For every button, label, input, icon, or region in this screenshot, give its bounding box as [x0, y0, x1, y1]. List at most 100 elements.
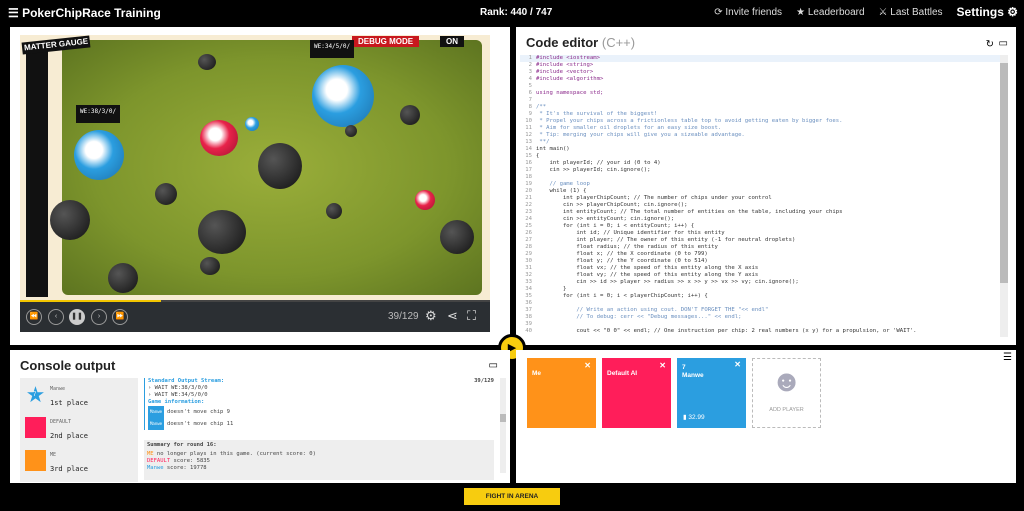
summary-text: no longer plays in this game. (current s…: [153, 451, 316, 457]
code-line: 9 * It's the survival of the biggest!: [520, 111, 1008, 118]
line-number: 3: [528, 69, 532, 75]
maximize-icon[interactable]: ▭: [489, 360, 498, 371]
editor-scrollbar[interactable]: [1000, 55, 1008, 337]
line-number: 22: [525, 202, 532, 208]
frame-counter: 39/129: [388, 311, 419, 322]
line-number: 35: [525, 293, 532, 299]
game-canvas[interactable]: MATTER GAUGE DEBUG MODE ON WE:38/3/0/ WE…: [20, 35, 490, 300]
code-line: 23 int entityCount; // The total number …: [520, 209, 1008, 216]
code-text: cin >> id >> player >> radius >> x >> y …: [536, 279, 799, 285]
code-line: 1 #include <iostream>: [520, 55, 1008, 62]
hamburger-icon[interactable]: ☰: [8, 6, 22, 20]
code-text: * Propel your chips across a frictionles…: [536, 118, 843, 124]
settings-link[interactable]: Settings ⚙: [957, 5, 1018, 19]
pause-button[interactable]: ❚❚: [69, 309, 85, 325]
code-text: float radius; // the radius of this enti…: [536, 244, 718, 250]
previous-frame-button[interactable]: ‹: [48, 309, 64, 325]
line-number: 20: [525, 188, 532, 194]
code-text: while (1) {: [536, 188, 587, 194]
code-line: 30 float y; // the Y coordinate (0 to 51…: [520, 258, 1008, 265]
line-number: 4: [528, 76, 532, 82]
leaderboard-link[interactable]: ★ Leaderboard: [796, 7, 864, 18]
next-frame-button[interactable]: ›: [91, 309, 107, 325]
summary-text: score: 19778: [163, 465, 207, 471]
player-chip: [312, 65, 374, 127]
menu-icon[interactable]: ☰: [1003, 352, 1012, 363]
game-info-line: Manwe doesn't move chip 11: [148, 418, 496, 430]
line-number: 24: [525, 216, 532, 222]
droplet: [198, 54, 216, 70]
remove-player-icon[interactable]: ✕: [659, 361, 666, 370]
scrollbar-thumb[interactable]: [1000, 63, 1008, 283]
line-number: 32: [525, 272, 532, 278]
share-icon[interactable]: ⋖: [447, 308, 458, 324]
code-line: 13 **/: [520, 139, 1008, 146]
line-number: 29: [525, 251, 532, 257]
code-editor[interactable]: 1 #include <iostream> 2 #include <string> 3 #…: [520, 55, 1008, 341]
code-line: 5: [520, 83, 1008, 90]
code-line: 12 * Tip: merging your chips will give y…: [520, 132, 1008, 139]
remove-player-icon[interactable]: ✕: [584, 361, 591, 370]
last-battles-link[interactable]: ⚔ Last Battles: [879, 7, 943, 18]
code-line: 3 #include <vector>: [520, 69, 1008, 76]
add-player-button[interactable]: ☻ ADD PLAYER: [752, 358, 821, 428]
code-line: 25 for (int i = 0; i < entityCount; i++)…: [520, 223, 1008, 230]
round-summary: Summary for round 16: ME no longer plays…: [144, 440, 494, 480]
first-frame-button[interactable]: ⏪: [26, 309, 42, 325]
top-bar: ☰ PokerChipRace Training Rank: 440 / 747…: [0, 0, 1024, 26]
reset-icon[interactable]: ↻: [986, 39, 994, 50]
fullscreen-icon[interactable]: ⛶: [467, 308, 476, 324]
player-card-name: Default AI: [607, 370, 638, 377]
code-text: #include <iostream>: [536, 55, 600, 61]
fight-in-arena-button[interactable]: FIGHT IN ARENA: [464, 488, 560, 505]
code-text: cout << "0 0" << endl; // One instructio…: [536, 328, 917, 334]
player-chip: [245, 117, 259, 131]
line-number: 16: [525, 160, 532, 166]
player-color-swatch: [25, 450, 46, 471]
debug-mode-label: DEBUG MODE: [352, 36, 420, 47]
brand[interactable]: ☰ PokerChipRace Training: [8, 6, 161, 20]
code-line: 27 int player; // The owner of this enti…: [520, 237, 1008, 244]
avatar-silhouette-icon: ☻: [770, 365, 803, 398]
code-line: 38 // To debug: cerr << "Debug messages.…: [520, 314, 1008, 321]
rank-label: Rank: 440 / 747: [480, 7, 553, 18]
maximize-icon[interactable]: ▭: [999, 38, 1008, 49]
code-line: 36: [520, 300, 1008, 307]
droplet: [440, 220, 474, 254]
player-card-score: ▮ 32.99: [683, 414, 705, 422]
player-card-rank: 7: [682, 364, 686, 371]
player-card-me[interactable]: ✕ Me: [527, 358, 596, 428]
droplet: [155, 183, 177, 205]
player-place: 3rd place: [50, 465, 88, 473]
console-scrollbar[interactable]: [500, 378, 506, 473]
code-line: 8 /**: [520, 104, 1008, 111]
line-number: 37: [525, 307, 532, 313]
game-info-line: Manwe doesn't move chip 9: [148, 406, 496, 418]
line-number: 5: [528, 83, 532, 89]
player-card-manwe[interactable]: ✕ 7 Manwe ▮ 32.99: [677, 358, 746, 428]
code-line: 35 for (int i = 0; i < playerChipCount; …: [520, 293, 1008, 300]
game-viewer-panel: MATTER GAUGE DEBUG MODE ON WE:38/3/0/ WE…: [10, 27, 510, 345]
line-number: 6: [528, 90, 532, 96]
score-value: 32.99: [688, 414, 705, 421]
line-number: 18: [525, 174, 532, 180]
code-text: float vx; // the speed of this entity al…: [536, 265, 759, 271]
remove-player-icon[interactable]: ✕: [734, 361, 741, 369]
stdout-header: Standard Output Stream:: [148, 378, 225, 384]
scrollbar-thumb[interactable]: [500, 414, 506, 422]
code-line: 15 {: [520, 153, 1008, 160]
line-number: 39: [525, 321, 532, 327]
line-number: 1: [528, 55, 532, 61]
code-line: 18: [520, 174, 1008, 181]
code-line: 2 #include <string>: [520, 62, 1008, 69]
line-number: 12: [525, 132, 532, 138]
invite-friends-link[interactable]: ⟳ Invite friends: [714, 7, 782, 18]
player-card-default-ai[interactable]: ✕ Default AI: [602, 358, 671, 428]
debug-mode-toggle[interactable]: ON: [440, 36, 464, 47]
gear-icon[interactable]: ⚙: [425, 308, 437, 324]
last-frame-button[interactable]: ⏩: [112, 309, 128, 325]
code-text: // game loop: [536, 181, 590, 187]
line-number: 11: [525, 125, 532, 131]
line-number: 23: [525, 209, 532, 215]
code-line: 39: [520, 321, 1008, 328]
